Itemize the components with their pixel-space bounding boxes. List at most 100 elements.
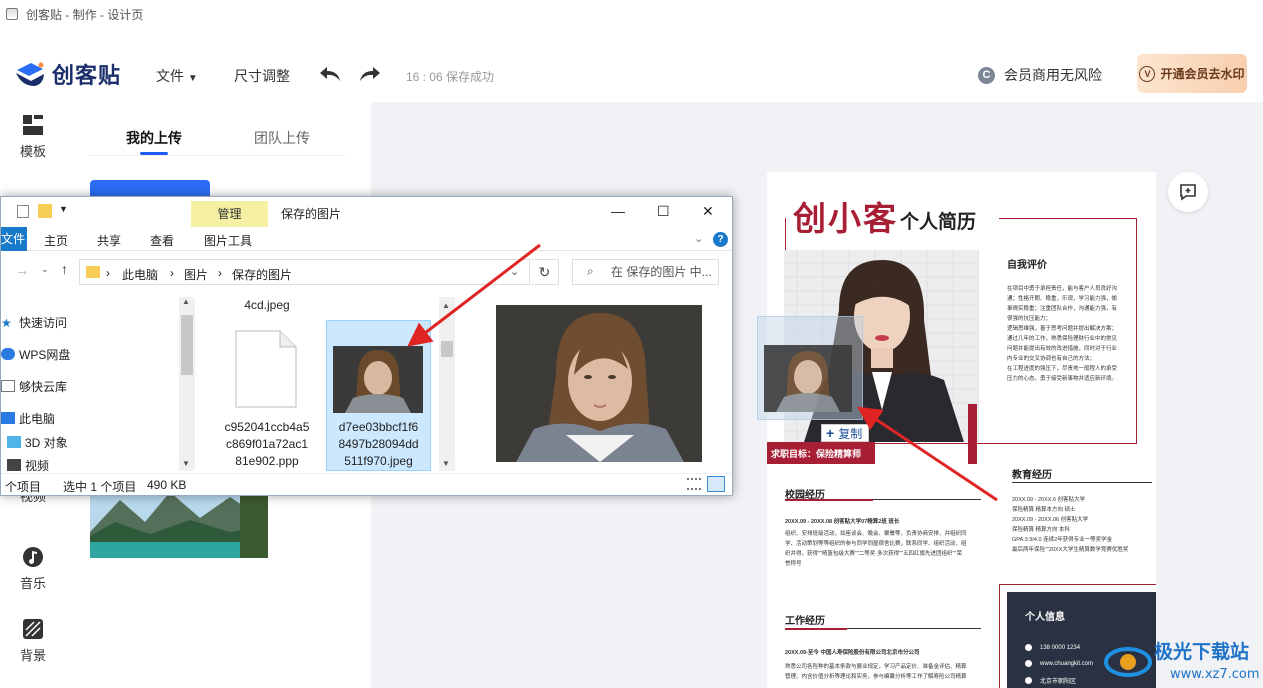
text-line: 组织、安排班级活动，如座谈会、晚会、聚餐等，负责协商安排、并组织同 (785, 531, 967, 537)
redo-icon[interactable] (358, 64, 382, 84)
rail-item-template[interactable]: 模板 (0, 114, 66, 160)
nav-this-pc[interactable]: 此电脑 (1, 407, 55, 429)
crumb-saved-pictures[interactable]: 保存的图片 (232, 266, 292, 283)
up-icon[interactable]: ↑ (61, 261, 68, 277)
explorer-ribbon: 文件 主页 共享 查看 图片工具 ⌄ ? (1, 227, 732, 251)
self-eval-title[interactable]: 自我评价 (1007, 256, 1047, 271)
rail-item-music[interactable]: 音乐 (0, 546, 66, 592)
ribbon-expand-icon[interactable]: ⌄ (694, 232, 703, 245)
commerce-link[interactable]: C 会员商用无风险 (978, 65, 1102, 85)
drag-ghost-image (764, 345, 852, 412)
text-line: 保险精算 精算本方向 硕士 (1012, 507, 1076, 513)
properties-icon[interactable] (17, 205, 29, 218)
tab-my-uploads[interactable]: 我的上传 (126, 128, 182, 148)
text-line: 20XX.09 - 20XX.6 创客贴大学 (1012, 497, 1086, 503)
crumb-pictures[interactable]: 图片 (184, 266, 208, 283)
undo-icon[interactable] (318, 64, 342, 84)
file-name-line: c952041ccb4a5 (224, 420, 310, 434)
info-text: www.chuangkit.com (1040, 660, 1094, 667)
crumb-separator: › (218, 266, 222, 280)
file-name-line: 81e902.ppp (235, 454, 299, 468)
app-header: 创客贴 文件 ▼ 尺寸调整 16 : 06 保存成功 C 会员商用无风险 V 开… (0, 28, 1263, 102)
minimize-icon[interactable]: — (611, 203, 625, 219)
explorer-titlebar[interactable]: ▼ 管理 保存的图片 — ☐ ✕ (1, 197, 732, 227)
edu-text[interactable]: 20XX.09 - 20XX.6 创客贴大学 保险精算 精算本方向 硕士 20X… (1012, 495, 1152, 555)
music-icon (22, 546, 44, 568)
crumb-this-pc[interactable]: 此电脑 (122, 266, 158, 283)
vip-remove-watermark-button[interactable]: V 开通会员去水印 (1137, 54, 1247, 93)
maximize-icon[interactable]: ☐ (657, 203, 670, 220)
campus-head[interactable]: 20XX.09 - 20XX.08 创客贴大学07精算2班 班长 (785, 517, 985, 527)
nav-3d-objects[interactable]: 3D 对象 (7, 431, 68, 453)
divider (90, 155, 346, 156)
qat-dropdown-icon[interactable]: ▼ (59, 204, 68, 214)
info-address: 北京市朝阳区 (1025, 676, 1076, 685)
tab-share[interactable]: 共享 (97, 232, 121, 249)
vip-button-label: 开通会员去水印 (1160, 67, 1245, 81)
search-input[interactable]: 在 保存的图片 中... (572, 259, 719, 285)
text-line: 最后两年保险""20XX大学生精算数学竞赛优胜奖 (1012, 547, 1129, 553)
nav-scroll-thumb[interactable] (181, 315, 193, 375)
campus-text[interactable]: 组织、安排班级活动，如座谈会、晚会、聚餐等，负责协商安排、并组织同 学、活动策划… (785, 529, 985, 569)
work-head[interactable]: 20XX.09-至今 中国人寿保险股份有限公司北京市分公司 (785, 648, 985, 658)
text-line: 内专业的交叉协调也有自己的方法； (1007, 356, 1096, 362)
nav-gokuai[interactable]: 够快云库 (1, 375, 67, 397)
refresh-icon[interactable]: ↻ (531, 259, 559, 285)
rail-item-background[interactable]: 背景 (0, 618, 66, 664)
large-icons-view-icon[interactable] (707, 476, 725, 492)
selected-image-thumbnail[interactable] (333, 346, 423, 413)
details-view-icon[interactable] (687, 478, 701, 490)
file-explorer-window[interactable]: ▼ 管理 保存的图片 — ☐ ✕ 文件 主页 共享 查看 图片工具 ⌄ ? → … (0, 196, 733, 496)
text-line: GPA:3.9/4.0 连续2年获得专业一等奖学金 (1012, 537, 1113, 543)
self-eval-text[interactable]: 在项目中勇于承担责任，能与客户人员良好沟 通；性格开朗、稳重，乐观，学习能力强，… (1007, 284, 1147, 384)
recent-dropdown-icon[interactable]: ⌄ (41, 264, 49, 275)
text-line: 压力的心态，勇于接受新事物并适应新环境。 (1007, 376, 1118, 382)
work-title[interactable]: 工作经历 (785, 612, 825, 627)
scroll-up-icon[interactable]: ▲ (442, 301, 450, 310)
file-name-selected: d7ee03bbcf1f6 8497b28094dd 511f970.jpeg (326, 419, 431, 470)
scroll-down-icon[interactable]: ▼ (182, 459, 190, 468)
comment-add-icon[interactable] (1168, 172, 1208, 212)
tab-manage[interactable]: 管理 (191, 201, 268, 227)
files-scrollbar[interactable] (439, 297, 455, 471)
document-icon[interactable] (234, 329, 298, 409)
files-scroll-thumb[interactable] (441, 341, 453, 357)
folder-icon (86, 266, 100, 278)
info-title: 个人信息 (1025, 612, 1065, 623)
help-icon[interactable]: ? (713, 232, 728, 247)
file-menu[interactable]: 文件 ▼ (156, 66, 198, 86)
file-tile-ppp[interactable]: c952041ccb4a5 c869f01a72ac1 81e902.ppp (213, 419, 321, 470)
edu-title[interactable]: 教育经历 (1012, 466, 1052, 481)
resize-button[interactable]: 尺寸调整 (234, 66, 290, 86)
logo-mark-icon (14, 60, 46, 88)
work-text[interactable]: 熟悉公司各险种的基本条款与展业规定，学习产品定价、准备金评估、精算 管理、内含价… (785, 662, 985, 682)
logo-text: 创客贴 (52, 63, 122, 88)
rail-label: 模板 (19, 144, 46, 159)
scroll-up-icon[interactable]: ▲ (182, 297, 190, 306)
nav-label: 视频 (25, 458, 50, 473)
forward-icon[interactable]: → (15, 262, 29, 278)
address-bar[interactable]: › 此电脑 › 图片 › 保存的图片 ⌄ (79, 259, 530, 285)
folder-icon[interactable] (38, 204, 52, 218)
file-label-4cd[interactable]: 4cd.jpeg (223, 297, 311, 314)
address-dropdown-icon[interactable]: ⌄ (510, 265, 519, 278)
divider (847, 628, 981, 629)
close-icon[interactable]: ✕ (702, 203, 714, 220)
nav-label: 3D 对象 (25, 435, 68, 450)
tab-file[interactable]: 文件 (1, 227, 27, 251)
text-line: 问题并能提出有效的改进措施，同时对于行业 (1007, 346, 1118, 352)
nav-quick-access[interactable]: ★ 快速访问 (1, 311, 67, 333)
tab-team-uploads[interactable]: 团队上传 (254, 128, 310, 148)
tab-view[interactable]: 查看 (150, 232, 174, 249)
job-goal[interactable]: 求职目标：保险精算师 (767, 442, 875, 464)
tab-picture-tools[interactable]: 图片工具 (204, 232, 252, 249)
nav-wps-drive[interactable]: WPS网盘 (1, 343, 70, 365)
text-line: 通；性格开朗、稳重，乐观，学习能力强，愉 (1007, 296, 1118, 302)
file-menu-label: 文件 (156, 68, 184, 84)
tab-home[interactable]: 主页 (44, 232, 68, 249)
logo[interactable]: 创客贴 (14, 58, 121, 90)
computer-icon (1, 412, 15, 424)
status-count: 个项目 (5, 480, 42, 494)
uploaded-image-thumbnail[interactable] (90, 492, 268, 558)
scroll-down-icon[interactable]: ▼ (442, 459, 450, 468)
